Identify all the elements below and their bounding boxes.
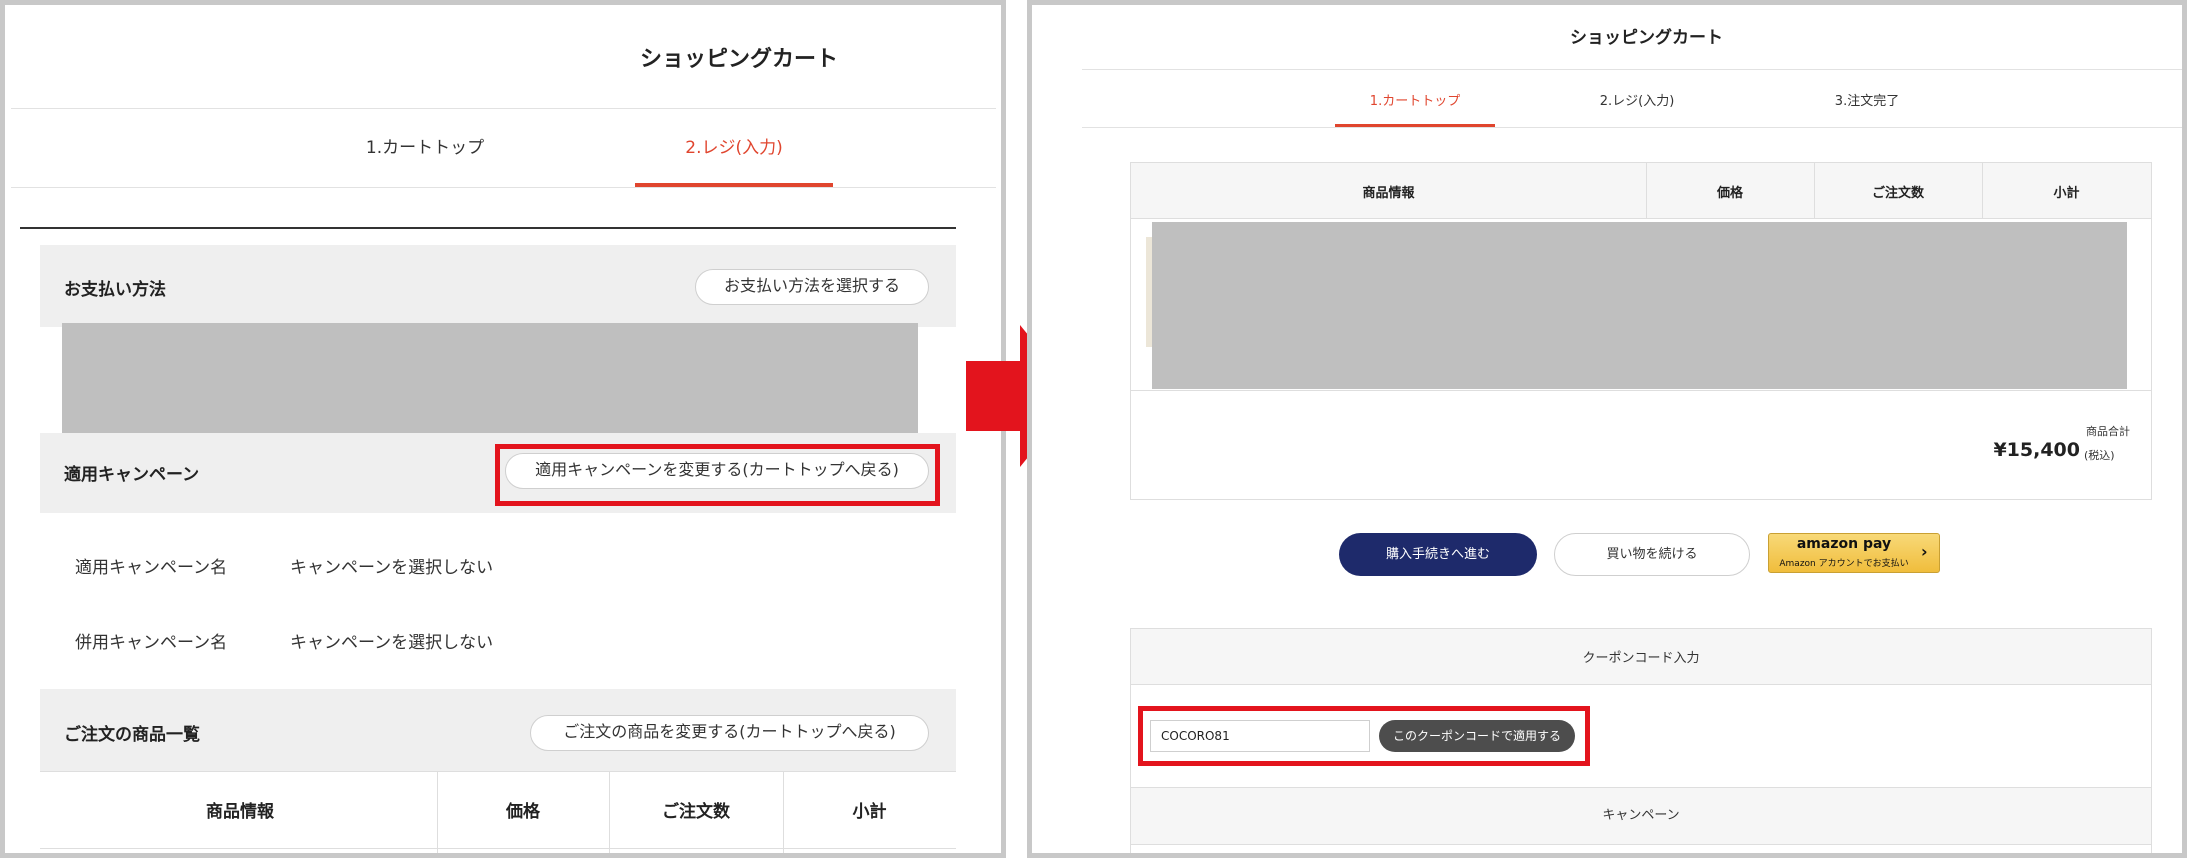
campaign-name-label: 適用キャンペーン名	[75, 558, 228, 578]
continue-shopping-button[interactable]: 買い物を続ける	[1554, 533, 1750, 576]
column-header-subtotal: 小計	[2053, 186, 2080, 201]
tax-note: (税込)	[2084, 449, 2115, 462]
amazon-pay-subtext: Amazon アカウントでお支払い	[1779, 559, 1909, 569]
divider	[1082, 69, 2182, 70]
divider	[11, 108, 996, 109]
divider	[1131, 844, 2151, 845]
combined-campaign-name-value: キャンペーンを選択しない	[290, 633, 494, 653]
redacted-payment-area	[62, 323, 918, 435]
highlight-box	[495, 444, 940, 506]
tab-register-input[interactable]: 2.レジ(入力)	[1557, 90, 1717, 109]
campaign-label: 適用キャンペーン	[64, 465, 200, 485]
select-payment-method-button[interactable]: お支払い方法を選択する	[695, 269, 929, 305]
left-screenshot-panel: ショッピングカート 1.カートトップ 2.レジ(入力) お支払い方法 お支払い方…	[0, 0, 1006, 858]
tab-cart-top[interactable]: 1.カートトップ	[325, 133, 525, 158]
section-top-rule	[20, 227, 956, 229]
campaign-heading: キャンペーン	[1602, 808, 1680, 823]
tab-order-complete[interactable]: 3.注文完了	[1787, 90, 1947, 109]
column-header-quantity: ご注文数	[1871, 186, 1924, 201]
page-title: ショッピングカート	[640, 47, 839, 72]
column-header-product: 商品情報	[206, 802, 274, 822]
amazon-pay-button[interactable]: amazon pay Amazon アカウントでお支払い ›	[1768, 533, 1940, 573]
page-title: ショッピングカート	[1570, 28, 1723, 48]
column-header-price: 価格	[1716, 186, 1743, 201]
proceed-to-checkout-button[interactable]: 購入手続きへ進む	[1339, 533, 1537, 576]
table-header-bottom-border	[1131, 218, 2151, 219]
column-header-product: 商品情報	[1362, 186, 1415, 201]
tab-cart-top[interactable]: 1.カートトップ	[1335, 90, 1495, 109]
total-amount: ¥15,400	[1993, 439, 2080, 461]
tab-register-input[interactable]: 2.レジ(入力)	[635, 133, 833, 158]
redacted-product-row	[1152, 222, 2127, 389]
chevron-right-icon: ›	[1921, 542, 1928, 561]
column-header-price: 価格	[506, 802, 540, 822]
table-header-bottom-border	[40, 848, 956, 849]
highlight-box	[1138, 706, 1590, 766]
column-header-subtotal: 小計	[852, 802, 887, 822]
coupon-heading: クーポンコード入力	[1582, 651, 1700, 666]
amazon-pay-logo-text: amazon pay	[1796, 536, 1892, 552]
order-items-label: ご注文の商品一覧	[64, 725, 200, 745]
divider	[1131, 684, 2151, 685]
combined-campaign-name-label: 併用キャンペーン名	[75, 633, 228, 653]
total-label: 商品合計	[2086, 425, 2130, 438]
change-order-items-button[interactable]: ご注文の商品を変更する(カートトップへ戻る)	[530, 715, 929, 751]
column-header-quantity: ご注文数	[662, 802, 730, 822]
payment-method-label: お支払い方法	[64, 280, 166, 300]
divider	[11, 187, 996, 188]
right-screenshot-panel: ショッピングカート 1.カートトップ 2.レジ(入力) 3.注文完了 商品情報 …	[1027, 0, 2187, 858]
divider	[1082, 127, 2182, 128]
campaign-name-value: キャンペーンを選択しない	[290, 558, 494, 578]
row-divider	[1131, 390, 2151, 391]
table-top-border	[40, 771, 956, 772]
